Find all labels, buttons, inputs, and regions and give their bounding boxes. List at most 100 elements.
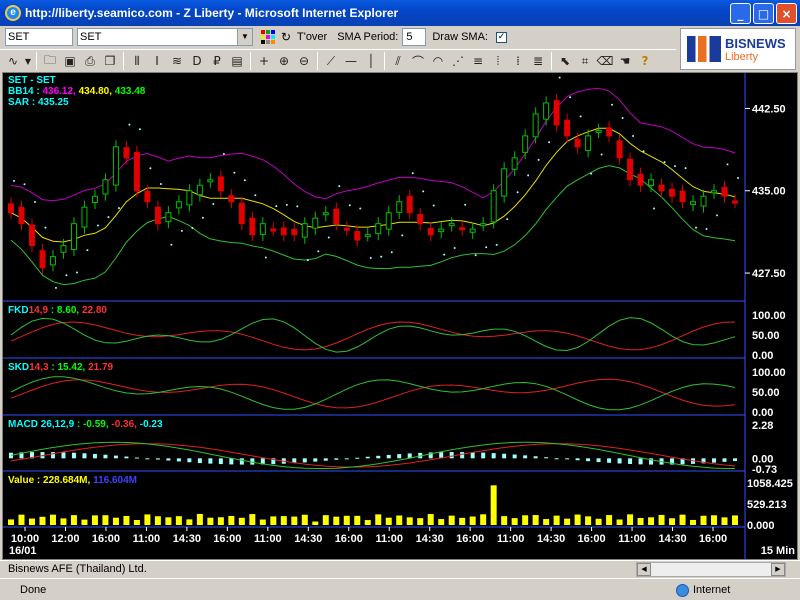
arc-icon[interactable]: ◠ — [428, 51, 448, 71]
interval-label: 15 Min — [761, 545, 796, 557]
gann-icon[interactable]: ⋰ — [448, 51, 468, 71]
sar-dot — [348, 204, 351, 207]
tover-label[interactable]: T'over — [297, 31, 327, 43]
candle-body — [228, 195, 235, 203]
candle-body — [186, 190, 193, 206]
horizontal-line-icon[interactable]: — — [341, 51, 361, 71]
candle-body — [396, 201, 403, 213]
open-folder-icon[interactable]: 🗀 — [40, 51, 60, 71]
fan-icon[interactable]: ⌒ — [408, 51, 428, 71]
skd-value1: : 15.42, — [48, 362, 89, 373]
crosshair-icon[interactable]: + — [254, 51, 274, 71]
volume-bar — [238, 517, 245, 525]
sar-dot — [695, 226, 698, 229]
draw-sma-checkbox[interactable]: ✓ — [495, 31, 507, 43]
fkd-label: FKD14,9 : 8.60, 22.80 — [8, 305, 107, 316]
volume-bar — [49, 514, 56, 525]
sar-dot — [170, 243, 173, 246]
macd-histogram-bar — [92, 453, 97, 459]
cycle-icon[interactable]: ⁞ — [508, 51, 528, 71]
sar-dot — [401, 234, 404, 237]
sar-dot — [285, 203, 288, 206]
volume-bar — [291, 516, 298, 525]
horizontal-scrollbar[interactable]: ◀ ▶ — [636, 562, 786, 577]
skd-prefix: SKD — [8, 362, 30, 373]
macd-histogram-bar — [565, 458, 570, 460]
volume-bar — [574, 514, 581, 525]
candle-body — [690, 201, 697, 206]
save-icon[interactable]: ▣ — [60, 51, 80, 71]
scroll-left-icon[interactable]: ◀ — [637, 563, 651, 576]
macd-prefix: MACD 26,12,9 — [8, 419, 75, 430]
chevron-down-icon[interactable]: ▼ — [237, 29, 252, 45]
maximize-button[interactable]: □ — [753, 3, 774, 24]
macd-histogram-bar — [491, 453, 496, 459]
print-icon[interactable]: ⎙ — [80, 51, 100, 71]
minimize-button[interactable]: _ — [730, 3, 751, 24]
macd-histogram-bar — [218, 458, 223, 465]
sar-dot — [149, 167, 152, 170]
volume-bar — [711, 515, 718, 525]
macd-histogram-bar — [376, 455, 381, 459]
period-icon[interactable]: ₽ — [207, 51, 227, 71]
candle-icon[interactable]: ⫴ — [127, 51, 147, 71]
candle-body — [165, 212, 172, 223]
macd-histogram-bar — [239, 458, 244, 465]
time-axis-label: 16:00 — [92, 533, 120, 545]
channel-icon[interactable]: ⫽ — [388, 51, 408, 71]
text-tool-icon[interactable]: ⌗ — [575, 51, 595, 71]
macd-histogram-bar — [208, 458, 213, 464]
symbol-input[interactable]: SET — [5, 28, 73, 46]
day-icon[interactable]: D — [187, 51, 207, 71]
help-icon[interactable]: ? — [635, 51, 655, 71]
volume-bar — [700, 515, 707, 525]
sma-period-input[interactable]: 5 — [402, 28, 427, 46]
candle-body — [427, 228, 434, 236]
select-arrow-icon[interactable]: ⬉ — [555, 51, 575, 71]
line-chart-icon[interactable]: ∿ — [3, 51, 23, 71]
volume-bar — [469, 516, 476, 525]
macd-histogram-bar — [229, 458, 234, 465]
close-button[interactable]: × — [776, 3, 797, 24]
candle-body — [81, 206, 88, 228]
candle-body — [70, 223, 77, 250]
dropdown-arrow-icon[interactable]: ▼ — [23, 51, 33, 71]
bar-icon[interactable]: ≋ — [167, 51, 187, 71]
zoom-in-icon[interactable]: ⊕ — [274, 51, 294, 71]
color-grid-icon[interactable] — [259, 28, 277, 46]
scroll-right-icon[interactable]: ▶ — [771, 563, 785, 576]
chart-area[interactable]: 442.50 435.00 427.50 100.00 50.00 0.00 100.00 5… — [2, 72, 798, 560]
layout-icon[interactable]: ▤ — [227, 51, 247, 71]
copy-icon[interactable]: ❐ — [100, 51, 120, 71]
volume-label: Value : 228.684M, 116.604M — [8, 475, 137, 486]
trend-line-icon[interactable]: ⟋ — [321, 51, 341, 71]
macd-value3: -0.23 — [139, 419, 163, 430]
refresh-icon[interactable]: ↻ — [277, 28, 295, 46]
candle-body — [721, 186, 728, 197]
volume-bar — [606, 515, 613, 525]
fibo-time-icon[interactable]: ⦙ — [488, 51, 508, 71]
sar-dot — [579, 115, 582, 118]
time-axis-label: 12:00 — [51, 533, 79, 545]
hand-icon[interactable]: ☚ — [615, 51, 635, 71]
macd-signal-line — [10, 443, 736, 468]
sar-dot — [128, 123, 131, 126]
candle-body — [543, 102, 550, 120]
vertical-line-icon[interactable]: │ — [361, 51, 381, 71]
ohlc-icon[interactable]: Ⅰ — [147, 51, 167, 71]
candle-body — [154, 206, 161, 225]
fibo-retrace-icon[interactable]: ≡ — [468, 51, 488, 71]
zoom-out-icon[interactable]: ⊖ — [294, 51, 314, 71]
candle-body — [123, 147, 130, 159]
candle-body — [385, 212, 392, 230]
eraser-icon[interactable]: ⌫ — [595, 51, 615, 71]
symbol-select[interactable]: SET ▼ — [77, 28, 253, 46]
chart-canvas[interactable]: 442.50 435.00 427.50 100.00 50.00 0.00 100.00 5… — [3, 73, 797, 559]
speed-line-icon[interactable]: ≣ — [528, 51, 548, 71]
time-axis-label: 16:00 — [456, 533, 484, 545]
volume-bar — [270, 516, 277, 525]
price-panel-title: SET - SET — [8, 75, 56, 86]
candle-body — [28, 224, 35, 247]
volume-bar — [144, 514, 151, 525]
bb-lower: 433.48 — [114, 86, 146, 97]
